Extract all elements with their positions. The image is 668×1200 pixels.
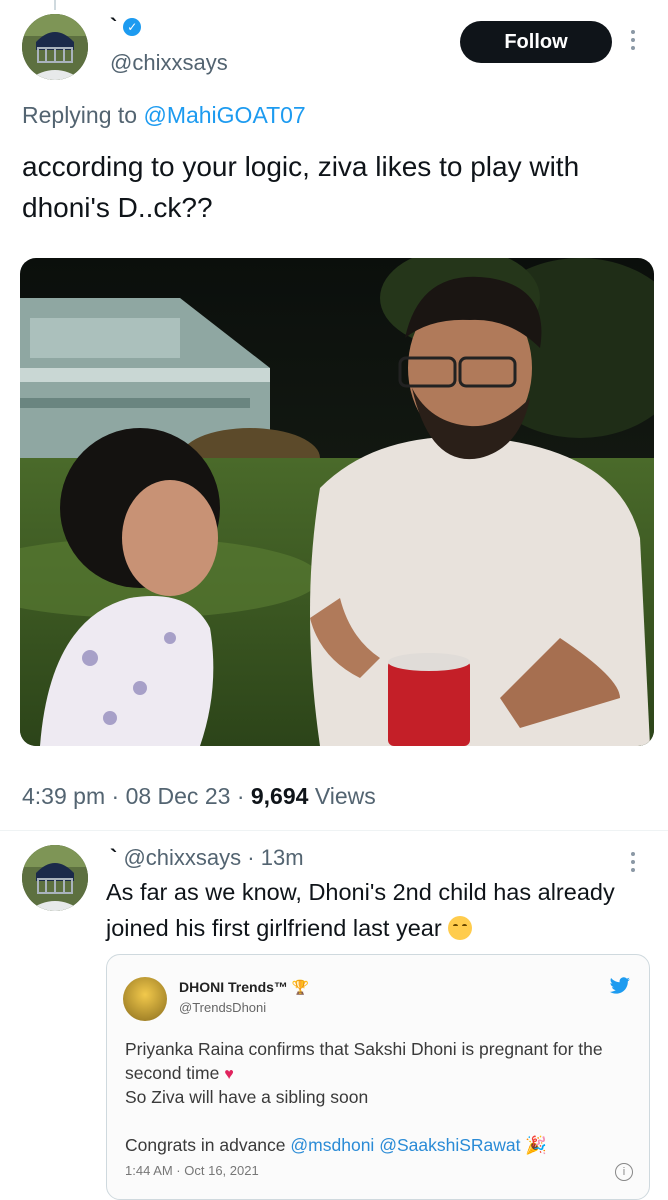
heart-icon: ♥ bbox=[224, 1066, 234, 1083]
meta-separator: · bbox=[111, 783, 120, 809]
reply-display-name[interactable]: ` bbox=[110, 845, 117, 870]
quoted-name-text: DHONI Trends™ bbox=[179, 979, 288, 995]
quoted-line1: Priyanka Raina confirms that Sakshi Dhon… bbox=[125, 1039, 603, 1083]
author-avatar[interactable] bbox=[22, 14, 88, 80]
replying-prefix: Replying to bbox=[22, 102, 138, 128]
quoted-avatar bbox=[123, 977, 167, 1021]
tweet-media-photo[interactable] bbox=[20, 258, 654, 746]
author-name-row[interactable]: ` ✓ bbox=[110, 14, 142, 40]
replying-to-mention[interactable]: @MahiGOAT07 bbox=[143, 102, 305, 128]
party-popper-icon: 🎉 bbox=[525, 1135, 548, 1155]
reply-age[interactable]: 13m bbox=[261, 845, 304, 870]
replying-to-line: Replying to @MahiGOAT07 bbox=[22, 102, 306, 129]
reply-body: As far as we know, Dhoni's 2nd child has… bbox=[106, 874, 636, 946]
views-count: 9,694 bbox=[250, 783, 309, 809]
tweet-date[interactable]: 08 Dec 23 bbox=[126, 783, 231, 809]
quoted-text: Priyanka Raina confirms that Sakshi Dhon… bbox=[125, 1037, 635, 1157]
quoted-mention-msdhoni: @msdhoni bbox=[290, 1135, 375, 1155]
more-options-icon[interactable] bbox=[628, 30, 638, 50]
section-divider bbox=[0, 830, 668, 831]
quoted-line2: So Ziva will have a sibling soon bbox=[125, 1087, 369, 1107]
quoted-tweet-image[interactable]: DHONI Trends™ 🏆 @TrendsDhoni Priyanka Ra… bbox=[106, 954, 650, 1200]
reply-author-avatar[interactable] bbox=[22, 845, 88, 911]
tweet-time[interactable]: 4:39 pm bbox=[22, 783, 105, 809]
twitter-bird-icon bbox=[609, 977, 631, 1000]
reply-handle[interactable]: @chixxsays bbox=[123, 845, 241, 870]
reply-separator: · bbox=[247, 845, 255, 870]
info-icon: i bbox=[615, 1163, 633, 1181]
meta-separator: · bbox=[236, 783, 245, 809]
quoted-timestamp: 1:44 AM · Oct 16, 2021 bbox=[125, 1163, 259, 1178]
reply-body-text: As far as we know, Dhoni's 2nd child has… bbox=[106, 879, 615, 941]
author-display-name[interactable]: ` bbox=[110, 14, 117, 40]
tweet-body-text: according to your logic, ziva likes to p… bbox=[22, 151, 580, 223]
follow-button[interactable]: Follow bbox=[460, 21, 612, 63]
quoted-congrats: Congrats in advance bbox=[125, 1135, 286, 1155]
trophy-icon: 🏆 bbox=[291, 979, 310, 995]
quoted-mention-sakshi: @SaakshiSRawat bbox=[379, 1135, 521, 1155]
reply-header: ` @chixxsays · 13m bbox=[110, 845, 304, 871]
tweet-metadata: 4:39 pm · 08 Dec 23 · 9,694 Views bbox=[22, 783, 376, 810]
quoted-handle: @TrendsDhoni bbox=[179, 1000, 267, 1015]
quoted-display-name: DHONI Trends™ 🏆 bbox=[179, 979, 309, 996]
thread-connector-line bbox=[54, 0, 56, 10]
reply-more-options-icon[interactable] bbox=[628, 852, 638, 872]
views-label: Views bbox=[314, 783, 376, 809]
relieved-face-icon bbox=[448, 916, 473, 940]
verified-badge-icon: ✓ bbox=[123, 18, 142, 36]
author-handle[interactable]: @chixxsays bbox=[110, 50, 228, 76]
